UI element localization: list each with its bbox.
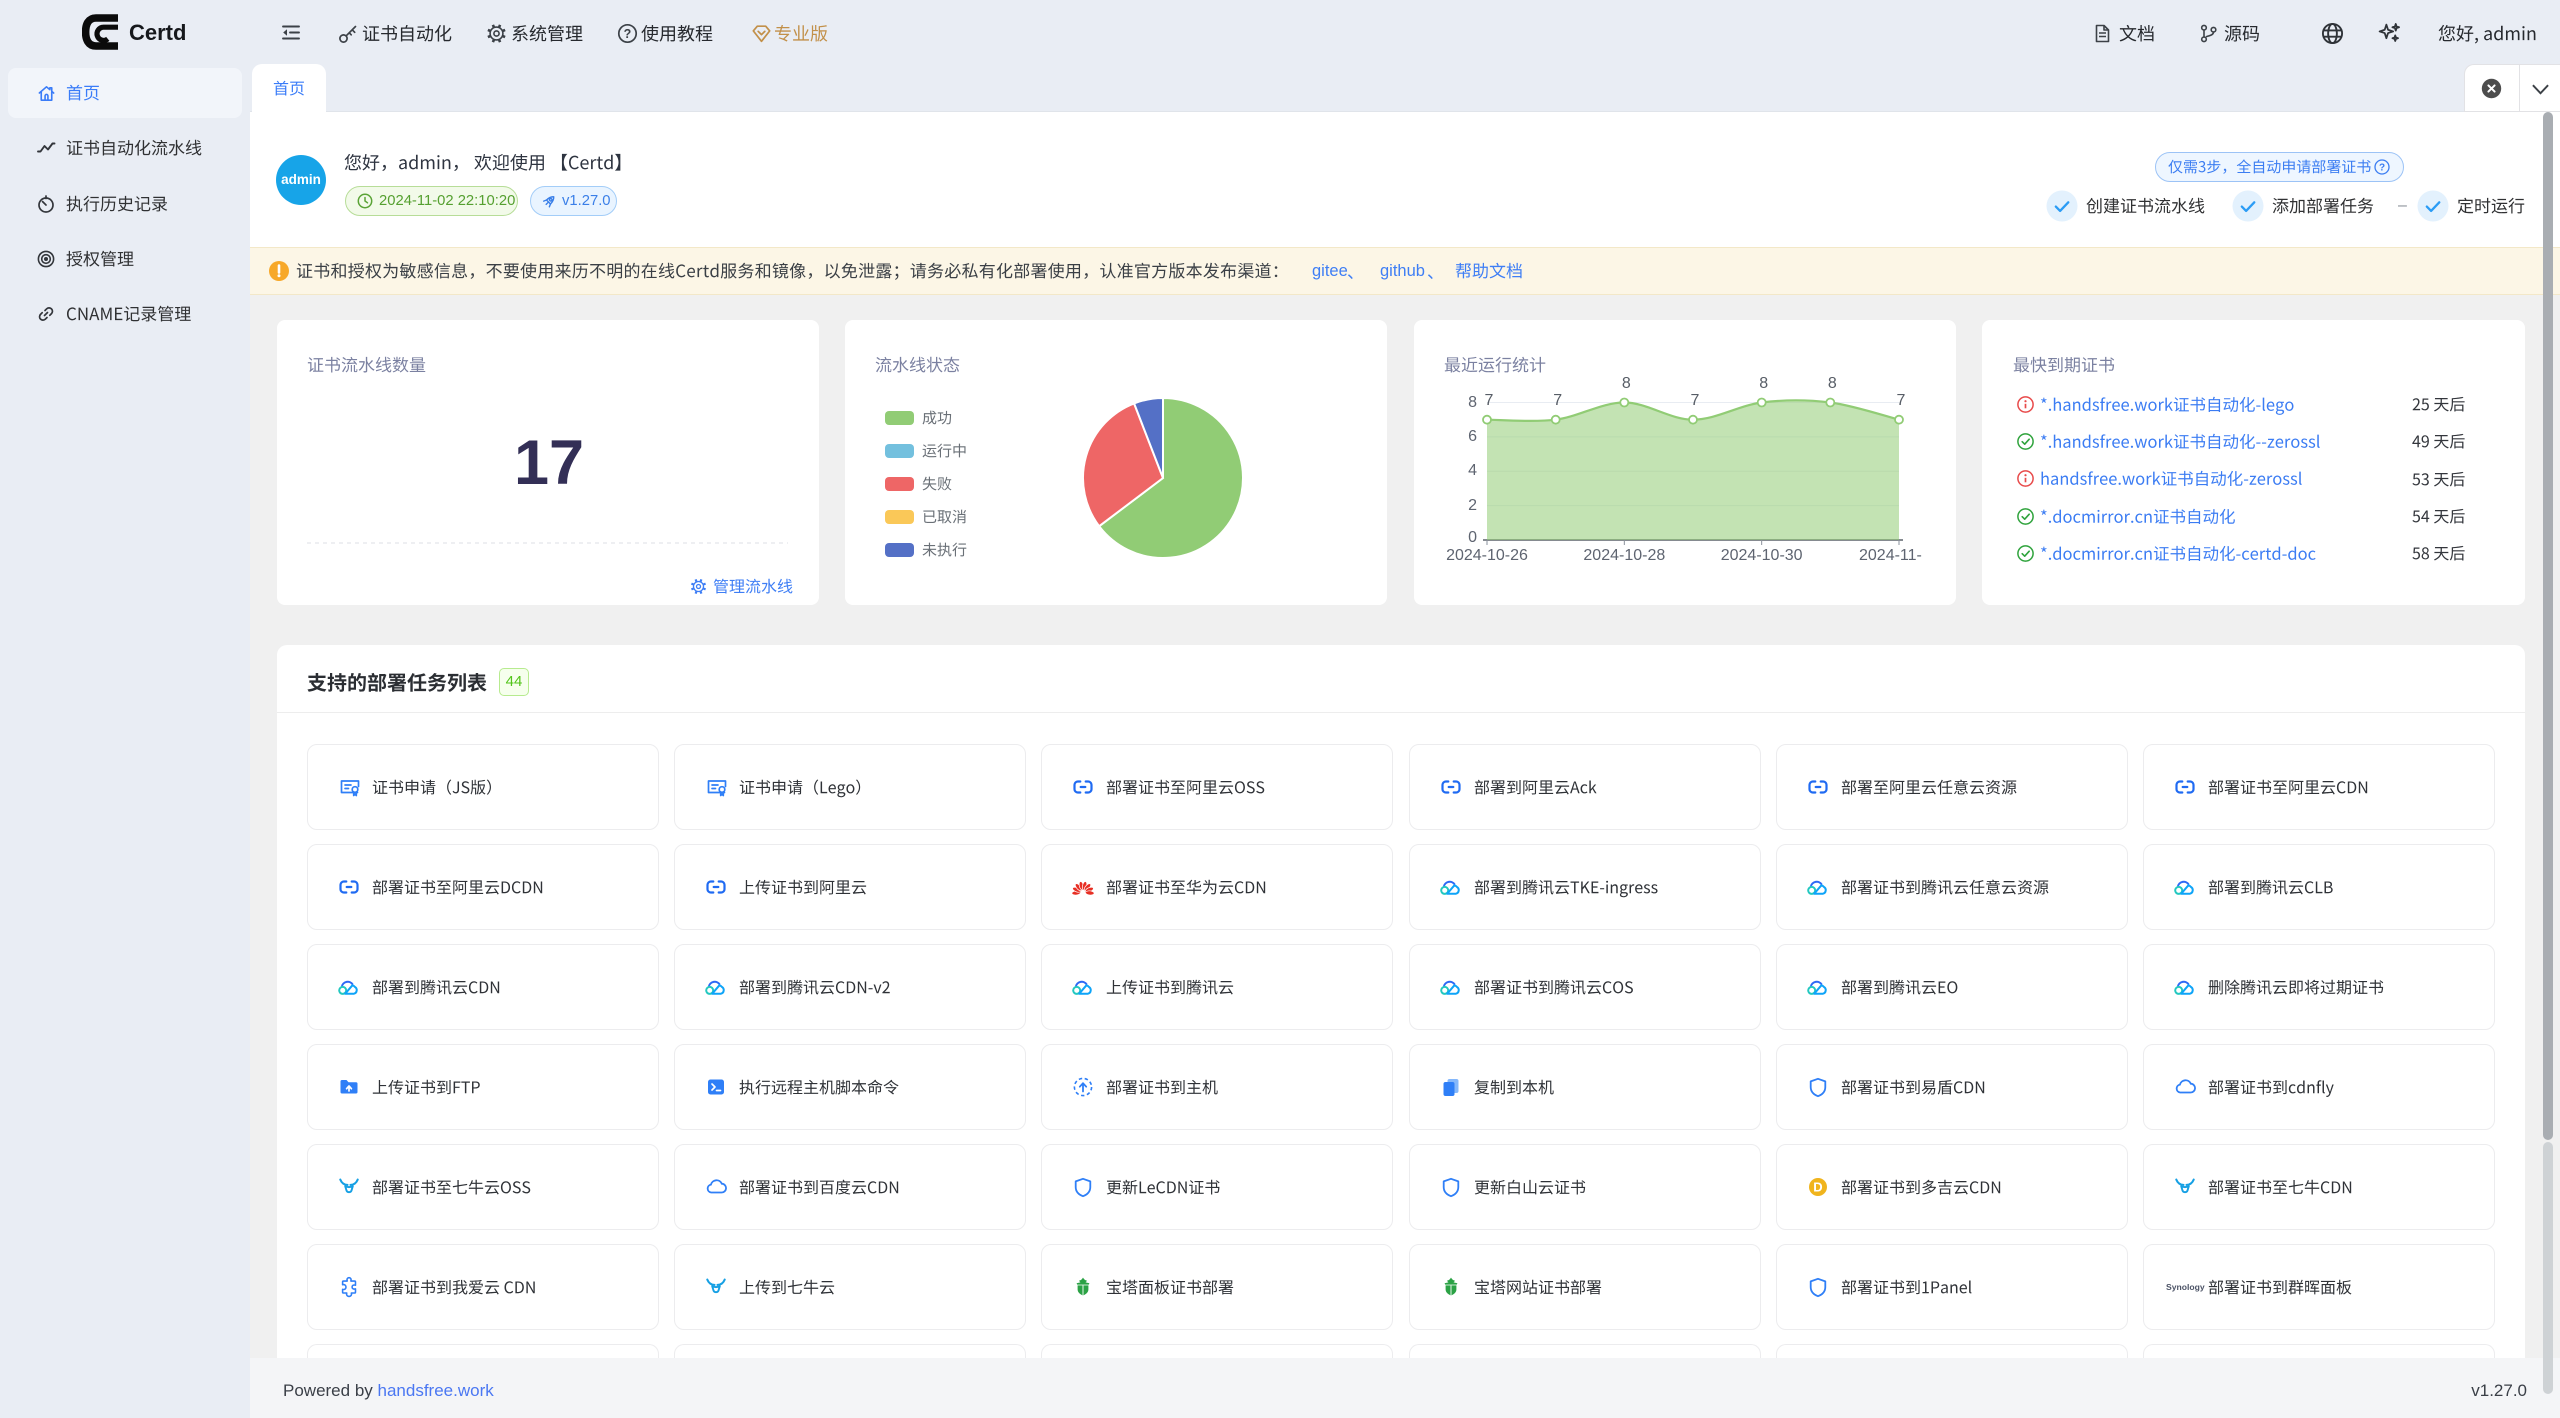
svg-text:?: ? <box>624 27 632 41</box>
svg-text:D: D <box>1813 1180 1822 1195</box>
svg-text:Synology: Synology <box>2166 1282 2205 1292</box>
svg-text:?: ? <box>2379 163 2385 174</box>
